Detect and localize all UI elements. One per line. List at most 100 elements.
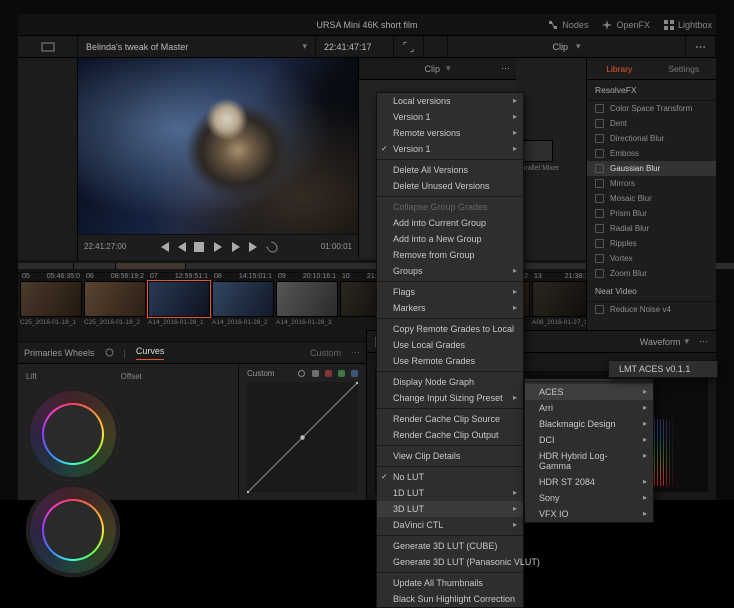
- chevron-down-icon[interactable]: ▾: [302, 41, 307, 52]
- offset-wheel[interactable]: [26, 483, 120, 577]
- menu-item[interactable]: 1D LUT▸: [377, 485, 523, 501]
- menu-item[interactable]: Use Remote Grades: [377, 353, 523, 369]
- step-fwd-button[interactable]: [230, 242, 242, 252]
- swatch-blue[interactable]: [351, 370, 358, 377]
- chevron-down-icon[interactable]: ▾: [684, 336, 689, 347]
- aces-submenu[interactable]: LMT ACES v0.1.1: [608, 360, 718, 378]
- lift-wheel[interactable]: [26, 387, 120, 481]
- loop-button[interactable]: [264, 239, 280, 255]
- viewer[interactable]: [78, 58, 358, 234]
- node-scope[interactable]: Clip: [424, 64, 440, 74]
- options-icon[interactable]: ⋯: [351, 347, 360, 358]
- clip-thumb[interactable]: 13 21:38:15 A08_2016-01-27_1: [532, 281, 594, 335]
- clip-thumb[interactable]: 06 08:56:19:2 C25_2016-01-18_2: [84, 281, 146, 335]
- next-clip-button[interactable]: [248, 242, 260, 252]
- fx-item[interactable]: Dent: [587, 116, 716, 131]
- curves-plot[interactable]: [247, 382, 358, 492]
- menu-item[interactable]: Delete All Versions: [377, 162, 523, 178]
- menu-item[interactable]: DaVinci CTL▸: [377, 517, 523, 533]
- clip-thumb[interactable]: 09 20:10:16:1 A14_2016-01-28_3: [276, 281, 338, 335]
- menu-item[interactable]: HDR Hybrid Log-Gamma▸: [525, 448, 653, 474]
- fx-settings-tab[interactable]: Settings: [652, 64, 717, 74]
- menu-item[interactable]: Add into a New Group: [377, 231, 523, 247]
- scope-mode-select[interactable]: Waveform: [640, 337, 681, 347]
- menu-item[interactable]: Render Cache Clip Output: [377, 427, 523, 443]
- play-button[interactable]: [212, 242, 224, 252]
- clip-thumb[interactable]: 07 12:59:51:1 A14_2016-01-28_1: [148, 281, 210, 335]
- menu-item[interactable]: Use Local Grades: [377, 337, 523, 353]
- menu-item[interactable]: Flags▸: [377, 284, 523, 300]
- clip-thumb[interactable]: 08 14:15:01:1 A14_2016-01-28_2: [212, 281, 274, 335]
- menu-item[interactable]: Remove from Group: [377, 247, 523, 263]
- step-back-button[interactable]: [176, 242, 188, 252]
- options-icon[interactable]: ⋯: [699, 336, 708, 347]
- menu-item[interactable]: Delete Unused Versions: [377, 178, 523, 194]
- swatch-green[interactable]: [338, 370, 345, 377]
- fx-item[interactable]: Zoom Blur: [587, 266, 716, 281]
- menu-item[interactable]: DCI▸: [525, 432, 653, 448]
- menu-item[interactable]: ✓No LUT: [377, 469, 523, 485]
- menu-item[interactable]: 3D LUT▸: [377, 501, 523, 517]
- fx-group-heading: ResolveFX: [587, 80, 716, 101]
- swatch-red[interactable]: [325, 370, 332, 377]
- fx-item[interactable]: Reduce Noise v4: [587, 302, 716, 317]
- fx-item[interactable]: Color Space Transform: [587, 101, 716, 116]
- fx-item[interactable]: Gaussian Blur: [587, 161, 716, 176]
- menu-item[interactable]: Local versions▸: [377, 93, 523, 109]
- clip-name: A08_2016-01-27_1: [532, 319, 594, 327]
- menu-item[interactable]: Generate 3D LUT (CUBE): [377, 538, 523, 554]
- curves-mode-custom[interactable]: Custom: [310, 348, 341, 358]
- fx-item[interactable]: Mosaic Blur: [587, 191, 716, 206]
- options-icon[interactable]: ⋯: [501, 63, 510, 74]
- menu-item[interactable]: Sony▸: [525, 490, 653, 506]
- menu-item[interactable]: ✓Version 1▸: [377, 141, 523, 157]
- clip-thumb[interactable]: 05 05:46:35:0 C25_2016-01-18_1: [20, 281, 82, 335]
- fx-library-tab[interactable]: Library: [587, 64, 652, 74]
- menu-item[interactable]: Generate 3D LUT (Panasonic VLUT): [377, 554, 523, 570]
- menu-item[interactable]: Markers▸: [377, 300, 523, 316]
- reset-icon[interactable]: [105, 348, 114, 357]
- menu-item[interactable]: HDR ST 2084▸: [525, 474, 653, 490]
- menu-item[interactable]: VFX IO▸: [525, 506, 653, 522]
- fx-item[interactable]: Mirrors: [587, 176, 716, 191]
- stop-button[interactable]: [194, 242, 206, 252]
- viewer-timecode[interactable]: 22:41:47:17: [316, 36, 394, 57]
- menu-item[interactable]: Arri▸: [525, 400, 653, 416]
- menu-item[interactable]: Blackmagic Design▸: [525, 416, 653, 432]
- fx-thumb-icon: [595, 149, 604, 158]
- options-icon[interactable]: [694, 40, 707, 54]
- nodes-toggle[interactable]: Nodes: [548, 20, 588, 30]
- menu-item[interactable]: Groups▸: [377, 263, 523, 279]
- gallery-icon[interactable]: [41, 40, 55, 54]
- openfx-toggle[interactable]: OpenFX: [602, 20, 650, 30]
- fx-item[interactable]: Vortex: [587, 251, 716, 266]
- menu-item[interactable]: ACES▸: [525, 384, 653, 400]
- fx-item[interactable]: Emboss: [587, 146, 716, 161]
- menu-item[interactable]: Remote versions▸: [377, 125, 523, 141]
- menu-item[interactable]: Add into Current Group: [377, 215, 523, 231]
- menu-item[interactable]: View Clip Details: [377, 448, 523, 464]
- link-icon[interactable]: [297, 369, 306, 378]
- menu-item[interactable]: Black Sun Highlight Correction: [377, 591, 523, 607]
- node-scope-label[interactable]: Clip: [552, 42, 568, 52]
- expand-icon[interactable]: [402, 40, 415, 54]
- primaries-wheels-tab[interactable]: Primaries Wheels: [24, 348, 95, 358]
- fx-item[interactable]: Radial Blur: [587, 221, 716, 236]
- fx-item[interactable]: Prism Blur: [587, 206, 716, 221]
- fx-item[interactable]: Directional Blur: [587, 131, 716, 146]
- menu-item[interactable]: Version 1▸: [377, 109, 523, 125]
- curves-tab[interactable]: Curves: [136, 346, 165, 360]
- menu-item[interactable]: Change Input Sizing Preset▸: [377, 390, 523, 406]
- chevron-down-icon[interactable]: ▾: [446, 63, 451, 74]
- menu-item[interactable]: Update All Thumbnails: [377, 575, 523, 591]
- chevron-down-icon[interactable]: ▾: [576, 41, 581, 52]
- lightbox-toggle[interactable]: Lightbox: [664, 20, 712, 30]
- transport-tc-in: 22:41:27:00: [84, 242, 140, 251]
- grade-name[interactable]: Belinda's tweak of Master: [86, 42, 294, 52]
- menu-item[interactable]: Render Cache Clip Source: [377, 411, 523, 427]
- menu-item[interactable]: Display Node Graph: [377, 374, 523, 390]
- swatch-luma[interactable]: [312, 370, 319, 377]
- prev-clip-button[interactable]: [158, 242, 170, 252]
- fx-item[interactable]: Ripples: [587, 236, 716, 251]
- menu-item[interactable]: Copy Remote Grades to Local: [377, 321, 523, 337]
